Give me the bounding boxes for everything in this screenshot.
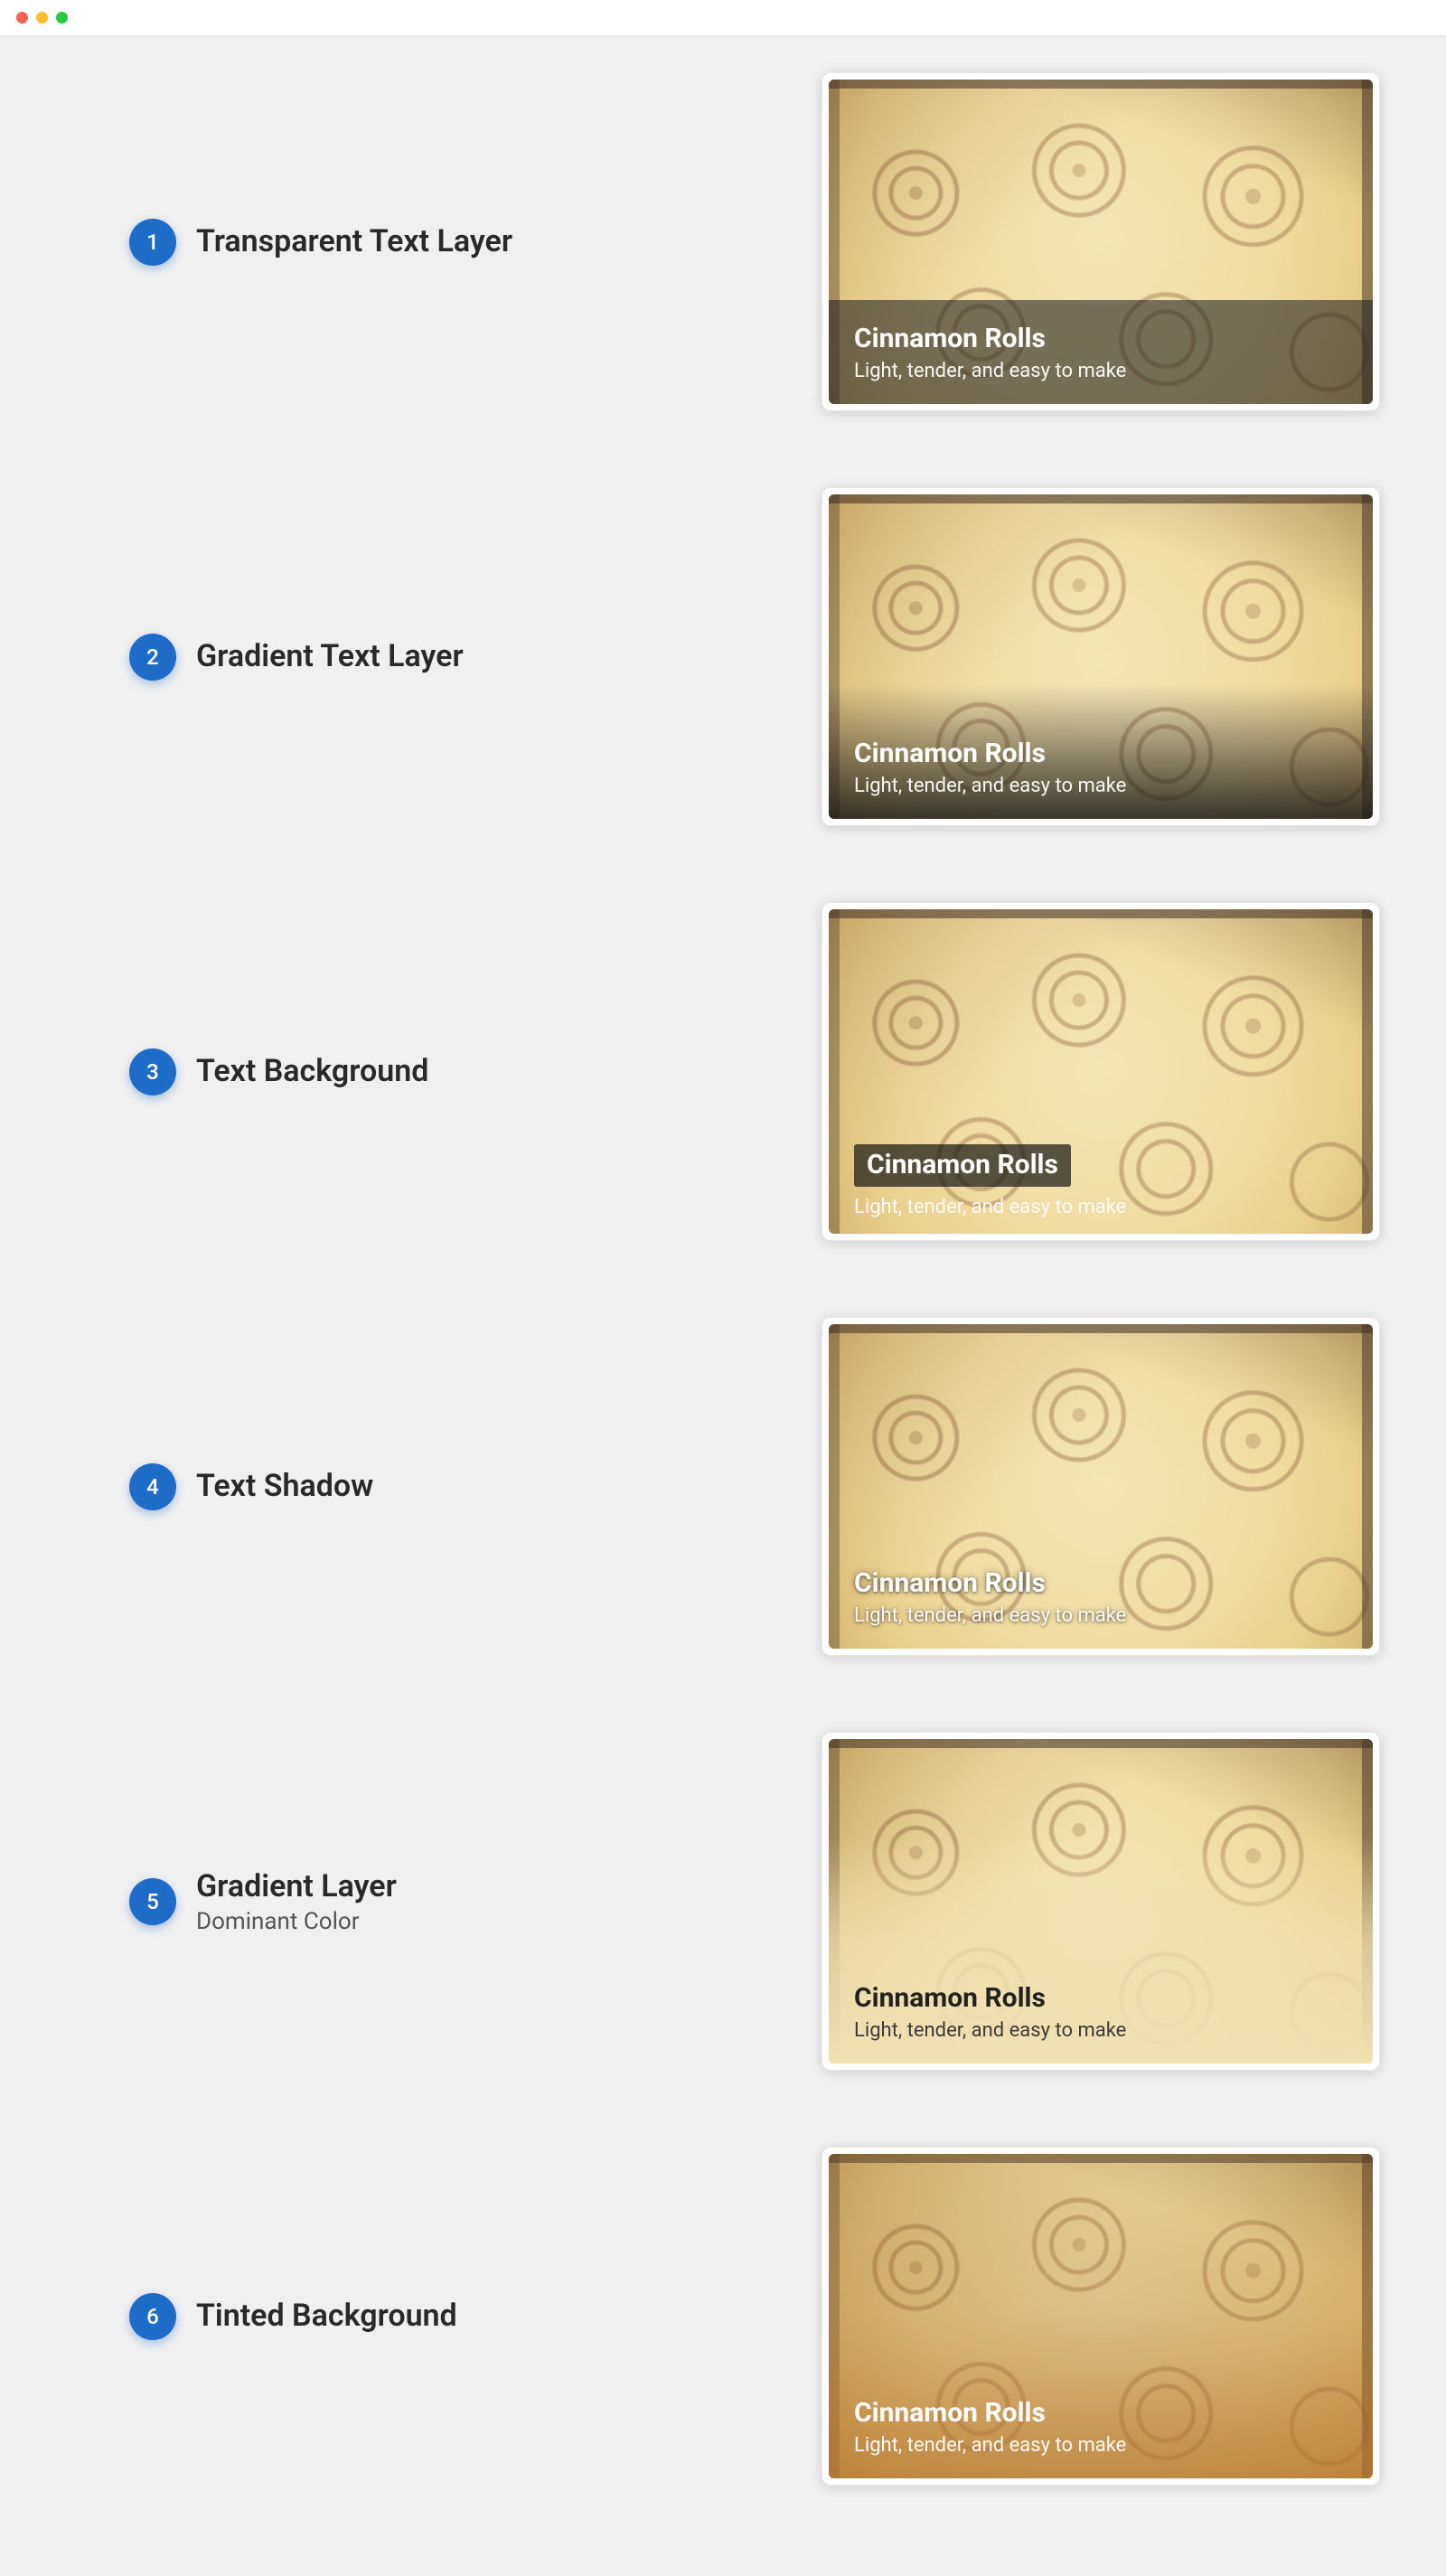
recipe-title: Cinnamon Rolls: [854, 324, 1347, 355]
recipe-title: Cinnamon Rolls: [854, 738, 1347, 770]
caption-overlay: Cinnamon Rolls Light, tender, and easy t…: [829, 1548, 1373, 1650]
example-card: Cinnamon Rolls Light, tender, and easy t…: [822, 487, 1380, 826]
caption-overlay: Cinnamon Rolls Light, tender, and easy t…: [829, 684, 1373, 820]
window-close-icon[interactable]: [16, 12, 28, 24]
technique-number-badge: 1: [129, 219, 176, 266]
recipe-subtitle: Light, tender, and easy to make: [854, 2434, 1347, 2457]
technique-label: 3 Text Background: [66, 1048, 428, 1095]
technique-row: 1 Transparent Text Layer Cinnamon Rolls …: [66, 72, 1380, 411]
technique-number-badge: 5: [129, 1878, 176, 1925]
technique-row: 6 Tinted Background Cinnamon Rolls Light…: [66, 2147, 1380, 2486]
recipe-title: Cinnamon Rolls: [854, 1568, 1347, 1600]
caption-overlay: Cinnamon Rolls Light, tender, and easy t…: [829, 300, 1373, 405]
technique-label: 1 Transparent Text Layer: [66, 219, 512, 266]
technique-row: 3 Text Background Cinnamon Rolls Light, …: [66, 902, 1380, 1241]
caption-overlay: Cinnamon Rolls Light, tender, and easy t…: [829, 1963, 1373, 2064]
technique-label: 5 Gradient Layer Dominant Color: [66, 1867, 397, 1935]
technique-number-badge: 3: [129, 1048, 176, 1095]
technique-row: 2 Gradient Text Layer Cinnamon Rolls Lig…: [66, 487, 1380, 826]
recipe-subtitle: Light, tender, and easy to make: [854, 775, 1347, 797]
recipe-title: Cinnamon Rolls: [854, 2398, 1347, 2430]
window-minimize-icon[interactable]: [36, 12, 48, 24]
technique-row: 5 Gradient Layer Dominant Color Cinnamon…: [66, 1732, 1380, 2071]
technique-label: 2 Gradient Text Layer: [66, 634, 464, 681]
caption-overlay: Cinnamon Rolls Light, tender, and easy t…: [829, 1132, 1373, 1234]
technique-title: Gradient Text Layer: [196, 637, 464, 676]
recipe-subtitle: Light, tender, and easy to make: [854, 1196, 1347, 1219]
technique-number-badge: 2: [129, 634, 176, 681]
technique-title: Transparent Text Layer: [196, 222, 512, 261]
technique-label: 4 Text Shadow: [66, 1463, 373, 1510]
recipe-subtitle: Light, tender, and easy to make: [854, 360, 1347, 382]
recipe-title: Cinnamon Rolls: [854, 1983, 1347, 2015]
technique-title: Text Background: [196, 1052, 428, 1091]
technique-number-badge: 6: [129, 2293, 176, 2340]
technique-number-badge: 4: [129, 1463, 176, 1510]
technique-label: 6 Tinted Background: [66, 2293, 457, 2340]
recipe-title: Cinnamon Rolls: [854, 1144, 1071, 1187]
window-zoom-icon[interactable]: [56, 12, 68, 24]
technique-row: 4 Text Shadow Cinnamon Rolls Light, tend…: [66, 1317, 1380, 1656]
page-content: 1 Transparent Text Layer Cinnamon Rolls …: [66, 36, 1380, 2576]
recipe-subtitle: Light, tender, and easy to make: [854, 1604, 1347, 1627]
technique-subtitle: Dominant Color: [196, 1908, 397, 1935]
example-card: Cinnamon Rolls Light, tender, and easy t…: [822, 2147, 1380, 2486]
window-titlebar: [0, 0, 1446, 36]
example-card: Cinnamon Rolls Light, tender, and easy t…: [822, 1317, 1380, 1656]
example-card: Cinnamon Rolls Light, tender, and easy t…: [822, 72, 1380, 411]
example-card: Cinnamon Rolls Light, tender, and easy t…: [822, 902, 1380, 1241]
example-card: Cinnamon Rolls Light, tender, and easy t…: [822, 1732, 1380, 2071]
technique-title: Tinted Background: [196, 2297, 457, 2336]
caption-overlay: Cinnamon Rolls Light, tender, and easy t…: [829, 2378, 1373, 2479]
technique-title: Text Shadow: [196, 1467, 373, 1506]
recipe-subtitle: Light, tender, and easy to make: [854, 2019, 1347, 2042]
technique-title: Gradient Layer: [196, 1867, 397, 1906]
